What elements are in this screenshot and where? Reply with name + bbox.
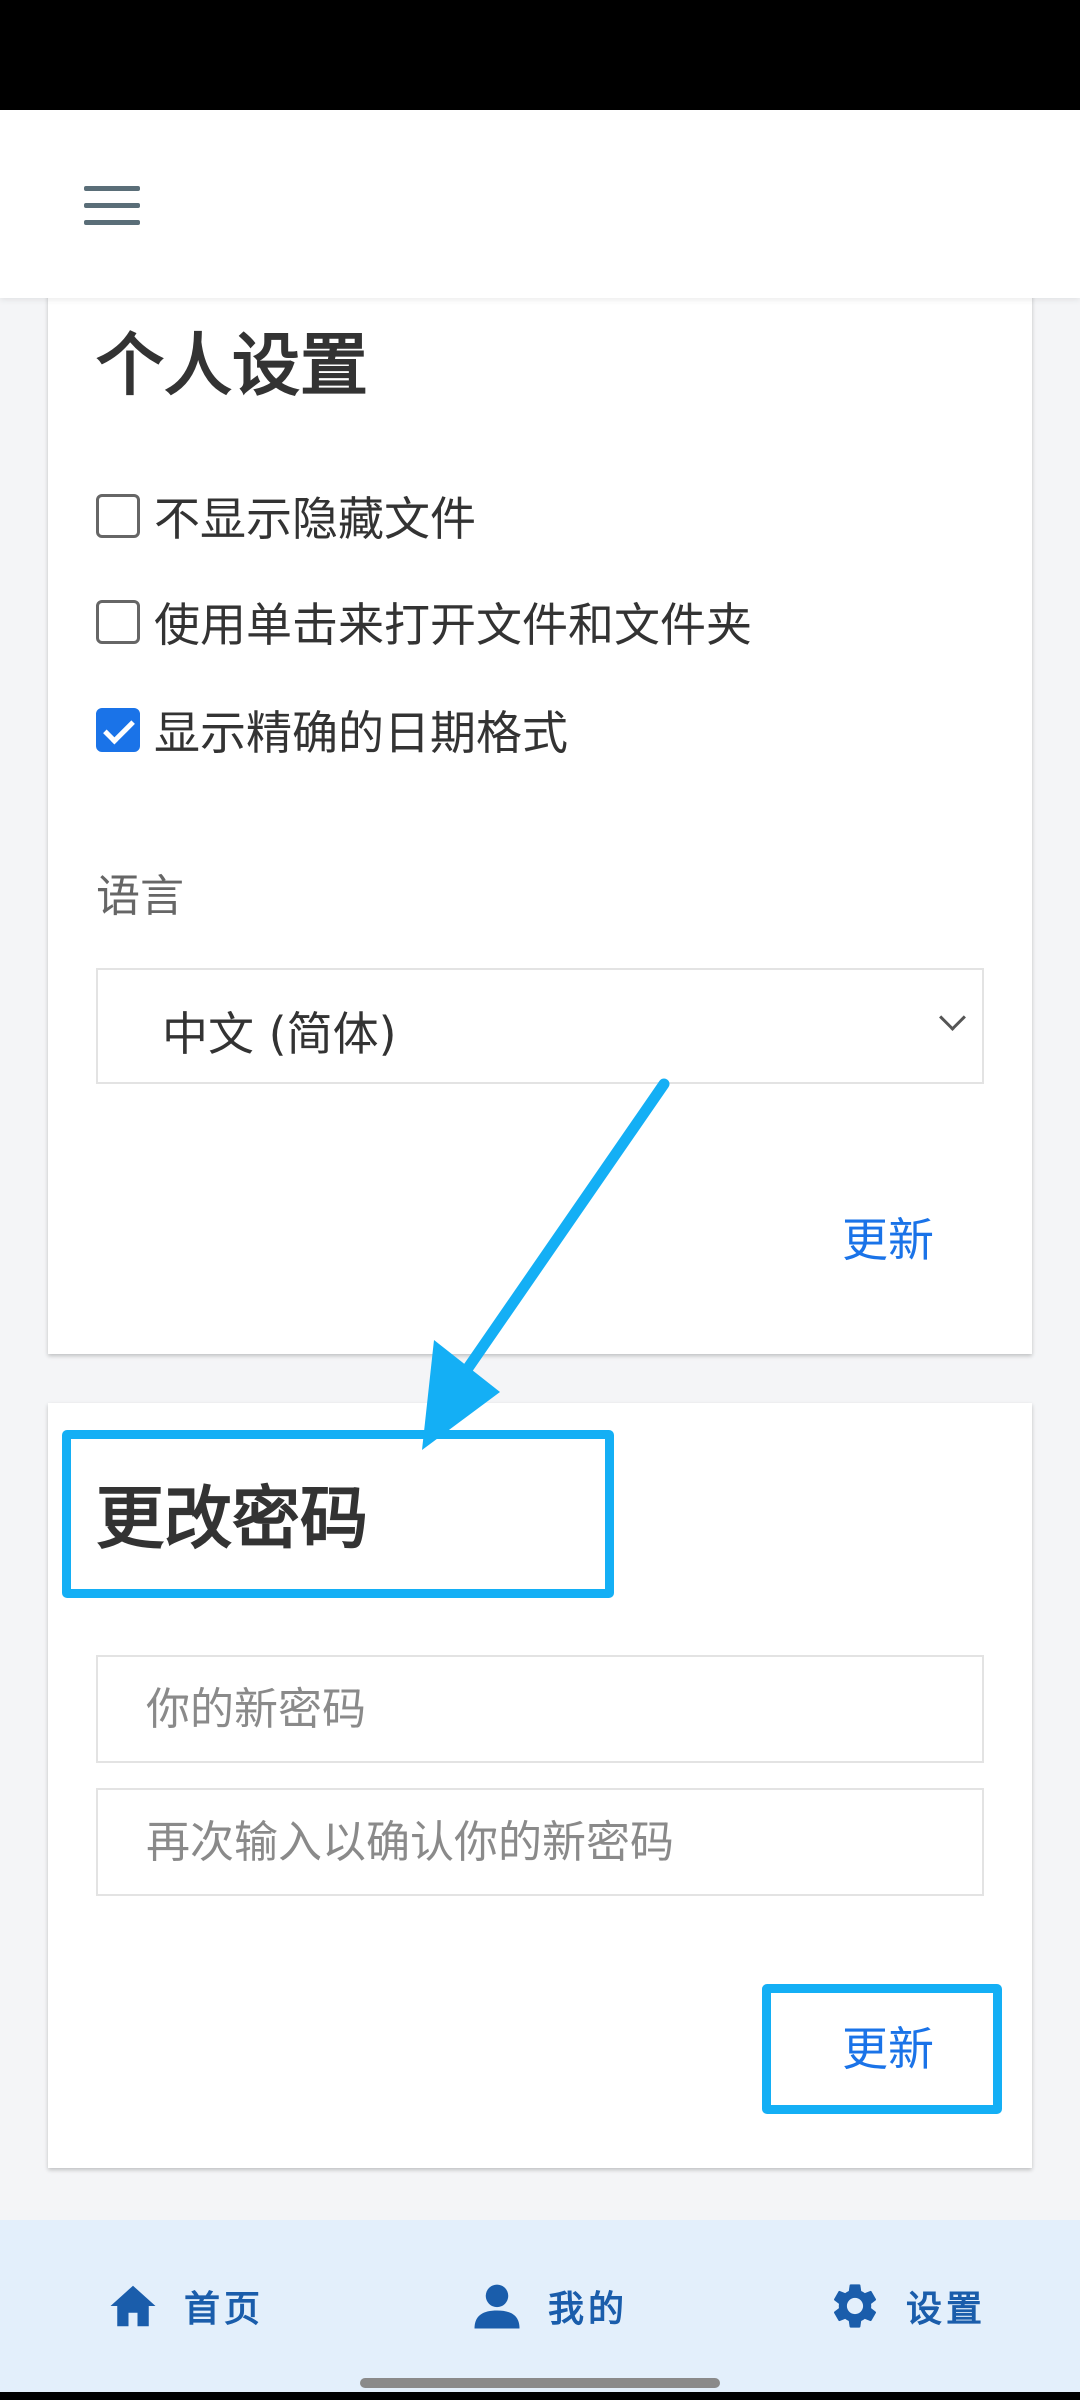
personal-settings-card: 个人设置 不显示隐藏文件 使用单击来打开文件和文件夹 显示精确的日期格式 语言 … bbox=[48, 270, 1032, 1354]
hide-hidden-files-option[interactable]: 不显示隐藏文件 bbox=[96, 488, 476, 546]
personal-settings-title: 个人设置 bbox=[96, 327, 369, 406]
exact-date-label: 显示精确的日期格式 bbox=[154, 706, 568, 760]
language-select-value: 中文 (简体) bbox=[162, 1007, 397, 1061]
nav-me[interactable]: 我的 bbox=[470, 2220, 628, 2392]
top-app-bar bbox=[0, 110, 1080, 298]
nav-home-label: 首页 bbox=[184, 2288, 265, 2330]
exact-date-checkbox[interactable] bbox=[96, 708, 140, 752]
update-highlight-box bbox=[762, 1984, 1002, 2114]
confirm-password-input[interactable] bbox=[96, 1788, 984, 1896]
single-click-checkbox[interactable] bbox=[96, 600, 140, 644]
nav-settings[interactable]: 设置 bbox=[828, 2220, 986, 2392]
nav-me-label: 我的 bbox=[548, 2288, 629, 2330]
home-icon bbox=[110, 2285, 156, 2327]
chevron-down-icon bbox=[939, 1004, 966, 1031]
nav-settings-label: 设置 bbox=[906, 2288, 987, 2330]
new-password-input[interactable] bbox=[96, 1655, 984, 1763]
language-select[interactable]: 中文 (简体) bbox=[96, 968, 984, 1084]
person-icon bbox=[474, 2284, 520, 2329]
gear-icon bbox=[833, 2284, 877, 2328]
menu-icon[interactable] bbox=[84, 186, 140, 226]
gesture-bar[interactable] bbox=[360, 2378, 720, 2388]
title-highlight-box bbox=[62, 1430, 614, 1598]
exact-date-option[interactable]: 显示精确的日期格式 bbox=[96, 702, 568, 760]
single-click-option[interactable]: 使用单击来打开文件和文件夹 bbox=[96, 594, 752, 652]
personal-update-button[interactable]: 更新 bbox=[842, 1204, 934, 1270]
hide-hidden-files-label: 不显示隐藏文件 bbox=[154, 492, 476, 546]
system-bottom-bar bbox=[0, 2392, 1080, 2400]
language-label: 语言 bbox=[96, 871, 184, 922]
status-bar bbox=[0, 0, 1080, 110]
bottom-navigation: 首页 我的 设置 bbox=[0, 2220, 1080, 2392]
single-click-label: 使用单击来打开文件和文件夹 bbox=[154, 598, 752, 652]
hide-hidden-files-checkbox[interactable] bbox=[96, 494, 140, 538]
nav-home[interactable]: 首页 bbox=[106, 2220, 264, 2392]
